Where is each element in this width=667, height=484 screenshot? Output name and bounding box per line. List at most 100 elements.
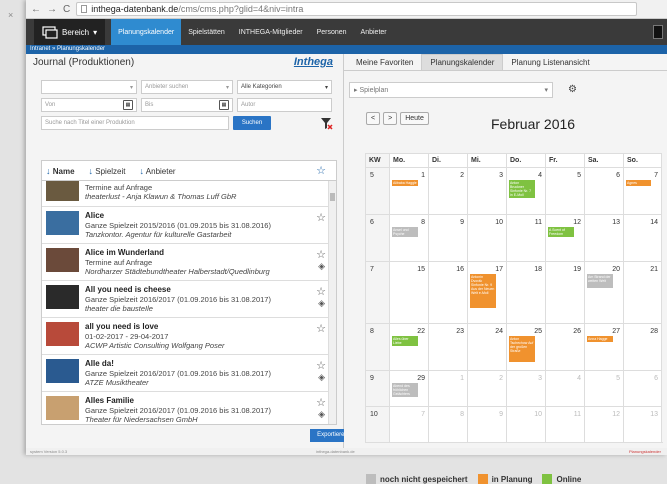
tab-planungskalender[interactable]: Planungskalender <box>421 54 504 70</box>
title-search-input[interactable]: Suche nach Titel einer Produktion <box>41 116 229 130</box>
date-to-input[interactable]: Bis ▦ <box>141 98 233 112</box>
list-item[interactable]: Alle da! Ganze Spielzeit 2016/2017 (01.09… <box>42 355 336 392</box>
day-cell[interactable]: 6 <box>623 370 662 406</box>
calendar-event[interactable]: Alibaba Haggle <box>392 180 418 186</box>
sort-spielzeit[interactable]: ↓ Spielzeit <box>89 166 126 176</box>
production-title[interactable]: Alles Familie <box>85 396 300 406</box>
category-select[interactable]: Alle Kategorien ▾ <box>237 80 332 94</box>
favorite-star-icon[interactable]: ☆ <box>316 285 326 298</box>
day-cell[interactable]: 18 <box>506 261 545 323</box>
back-icon[interactable]: ← <box>31 4 41 15</box>
empty-select[interactable]: ▾ <box>41 80 137 94</box>
url-field[interactable]: inthega-datenbank.de/cms/cms.php?glid=4&… <box>76 2 637 16</box>
production-title[interactable]: Alle da! <box>85 359 300 369</box>
day-cell[interactable]: 11 <box>506 214 545 261</box>
day-cell[interactable]: 17 Antonín Dvorák Sinfonie Nr. 9 Aus der … <box>467 261 506 323</box>
day-cell[interactable]: 13 <box>623 406 662 442</box>
day-cell[interactable]: 12 A Scent of Freedom <box>545 214 584 261</box>
planning-diamond-icon[interactable]: ◈ <box>318 261 325 272</box>
calendar-event[interactable]: Agnes <box>626 180 651 186</box>
day-cell[interactable]: 27 Anna Hagge <box>584 323 623 370</box>
day-cell[interactable]: 8 Ansel und Psyche <box>389 214 428 261</box>
nav-item-inthega-mitglieder[interactable]: INTHEGA-Mitglieder <box>232 19 310 45</box>
planning-diamond-icon[interactable]: ◈ <box>318 409 325 420</box>
day-cell[interactable]: 3 <box>467 167 506 214</box>
prev-month-button[interactable]: < <box>366 112 381 125</box>
planning-diamond-icon[interactable]: ◈ <box>318 298 325 309</box>
next-month-button[interactable]: > <box>383 112 398 125</box>
production-title[interactable]: all you need is love <box>85 322 300 332</box>
day-cell[interactable]: 16 <box>428 261 467 323</box>
tab-planung-listenansicht[interactable]: Planung Listenansicht <box>503 54 597 70</box>
list-scrollbar[interactable] <box>328 181 336 424</box>
nav-item-personen[interactable]: Personen <box>310 19 354 45</box>
day-cell[interactable]: 9 <box>428 214 467 261</box>
calendar-event[interactable]: Am Strand der weiten Welt <box>587 274 613 288</box>
day-cell[interactable]: 23 <box>428 323 467 370</box>
tab-meine-favoriten[interactable]: Meine Favoriten <box>348 54 421 70</box>
favorite-star-icon[interactable]: ☆ <box>316 211 326 224</box>
forward-icon[interactable]: → <box>47 4 57 15</box>
calendar-event[interactable]: Antonín Dvorák Sinfonie Nr. 9 Aus der Ne… <box>470 274 496 308</box>
nav-item-spielst-tten[interactable]: Spielstätten <box>181 19 232 45</box>
spielplan-select[interactable]: ▸ Spielplan ▾ <box>349 82 553 98</box>
nav-item-planungskalender[interactable]: Planungskalender <box>111 19 182 45</box>
list-item[interactable]: Alles Familie Ganze Spielzeit 2016/2017 (… <box>42 392 336 424</box>
day-cell[interactable]: 1 Alibaba Haggle <box>389 167 428 214</box>
list-item[interactable]: All you need is cheese Ganze Spielzeit 20… <box>42 281 336 318</box>
day-cell[interactable]: 19 <box>545 261 584 323</box>
day-cell[interactable]: 20 Am Strand der weiten Welt <box>584 261 623 323</box>
list-item[interactable]: all you need is love 01-02-2017 - 29-04-2… <box>42 318 336 355</box>
date-from-input[interactable]: Von ▦ <box>41 98 137 112</box>
calendar-event[interactable]: Anton Bruckner Sinfonie Nr. 7 in E-Moll <box>509 180 535 198</box>
day-cell[interactable]: 10 <box>506 406 545 442</box>
day-cell[interactable]: 4 <box>545 370 584 406</box>
day-cell[interactable]: 29 Abend des fröhlichen Gelächters <box>389 370 428 406</box>
day-cell[interactable]: 12 <box>584 406 623 442</box>
calendar-icon[interactable]: ▦ <box>219 100 229 110</box>
nav-item-anbieter[interactable]: Anbieter <box>354 19 394 45</box>
calendar-event[interactable]: Abend des fröhlichen Gelächters <box>392 383 418 397</box>
day-cell[interactable]: 8 <box>428 406 467 442</box>
production-title[interactable]: All you need is cheese <box>85 285 300 295</box>
day-cell[interactable]: 3 <box>506 370 545 406</box>
day-cell[interactable]: 22 Alles über Liebe <box>389 323 428 370</box>
search-button[interactable]: Suchen <box>233 116 271 130</box>
favorite-star-icon[interactable]: ☆ <box>316 248 326 261</box>
day-cell[interactable]: 7 <box>389 406 428 442</box>
day-cell[interactable]: 26 <box>545 323 584 370</box>
list-item[interactable]: Alice Ganze Spielzeit 2015/2016 (01.09.20… <box>42 207 336 244</box>
day-cell[interactable]: 7 Agnes <box>623 167 662 214</box>
calendar-event[interactable]: A Scent of Freedom <box>548 227 574 237</box>
area-switcher[interactable]: Bereich ▾ <box>34 19 106 45</box>
day-cell[interactable]: 6 <box>584 167 623 214</box>
calendar-event[interactable]: Alles über Liebe <box>392 336 418 346</box>
side-panel-toggle[interactable] <box>653 25 663 39</box>
day-cell[interactable]: 2 <box>428 167 467 214</box>
close-icon[interactable]: × <box>8 10 13 20</box>
favorites-filter-star-icon[interactable]: ☆ <box>316 164 326 177</box>
sort-anbieter[interactable]: ↓ Anbieter <box>140 166 176 176</box>
calendar-icon[interactable]: ▦ <box>123 100 133 110</box>
day-cell[interactable]: 28 <box>623 323 662 370</box>
day-cell[interactable]: 5 <box>545 167 584 214</box>
day-cell[interactable]: 10 <box>467 214 506 261</box>
list-item[interactable]: Alice im Wunderland Termine auf Anfrage No… <box>42 244 336 281</box>
day-cell[interactable]: 14 <box>623 214 662 261</box>
day-cell[interactable]: 9 <box>467 406 506 442</box>
day-cell[interactable]: 24 <box>467 323 506 370</box>
day-cell[interactable]: 5 <box>584 370 623 406</box>
day-cell[interactable]: 15 <box>389 261 428 323</box>
day-cell[interactable]: 11 <box>545 406 584 442</box>
production-title[interactable]: Alice im Wunderland <box>85 248 300 258</box>
planning-diamond-icon[interactable]: ◈ <box>318 372 325 383</box>
calendar-event[interactable]: Anton Tschechow Auf der großen Straße <box>509 336 535 362</box>
day-cell[interactable]: 1 <box>428 370 467 406</box>
production-title[interactable]: Alice <box>85 211 300 221</box>
today-button[interactable]: Heute <box>400 112 429 125</box>
anbieter-search-input[interactable]: Anbieter suchen ▾ <box>141 80 233 94</box>
favorite-star-icon[interactable]: ☆ <box>316 359 326 372</box>
reload-icon[interactable]: C <box>63 4 70 15</box>
day-cell[interactable]: 25 Anton Tschechow Auf der großen Straße <box>506 323 545 370</box>
day-cell[interactable]: 2 <box>467 370 506 406</box>
